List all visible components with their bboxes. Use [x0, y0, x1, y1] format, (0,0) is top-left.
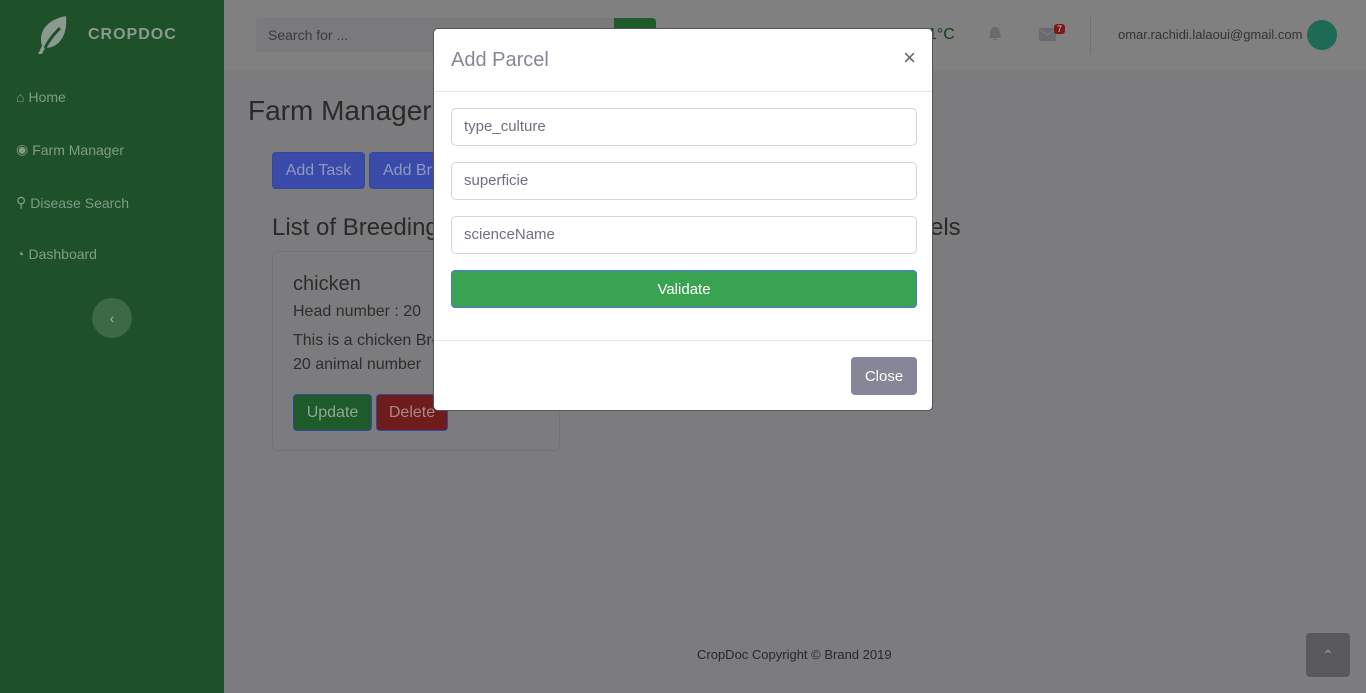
- modal-title: Add Parcel: [451, 49, 549, 71]
- eye-icon: ◉: [16, 141, 29, 157]
- user-email[interactable]: omar.rachidi.lalaoui@gmail.com: [1118, 27, 1302, 42]
- superficie-input[interactable]: superficie: [451, 162, 917, 200]
- add-parcel-modal: Add Parcel × type_culture superficie sci…: [433, 28, 933, 411]
- sidebar-toggle-button[interactable]: ‹: [92, 298, 132, 338]
- search-icon: ⚲: [16, 194, 27, 210]
- sidebar-item-dashboard[interactable]: ◔ Dashboard: [16, 246, 97, 262]
- messages-badge: 7: [1054, 24, 1066, 34]
- close-button[interactable]: Close: [851, 357, 917, 395]
- type-culture-input[interactable]: type_culture: [451, 108, 917, 146]
- sidebar-item-label: Home: [28, 89, 66, 105]
- modal-footer-divider: [434, 340, 932, 341]
- tachometer-icon: ◔: [16, 246, 25, 262]
- brand-name: CROPDOC: [88, 26, 177, 43]
- validate-button[interactable]: Validate: [451, 270, 917, 308]
- sidebar: CROPDOC ⌂ Home ◉ Farm Manager ⚲ Disease Sea…: [0, 0, 224, 693]
- close-icon[interactable]: ×: [903, 45, 916, 71]
- sidebar-item-label: Dashboard: [28, 246, 97, 262]
- page-title: Farm Manager: [248, 95, 432, 126]
- science-name-input[interactable]: scienceName: [451, 216, 917, 254]
- parcel-list-title: els: [930, 214, 961, 241]
- topbar-divider: [1090, 16, 1091, 54]
- brand[interactable]: CROPDOC: [36, 14, 177, 56]
- footer-copyright: CropDoc Copyright © Brand 2019: [697, 647, 892, 662]
- chevron-up-icon: ⌃: [1322, 646, 1334, 663]
- scroll-to-top-button[interactable]: ⌃: [1306, 633, 1350, 677]
- sidebar-item-disease-search[interactable]: ⚲ Disease Search: [16, 194, 129, 211]
- sidebar-item-home[interactable]: ⌂ Home: [16, 89, 66, 105]
- card-title: chicken: [293, 273, 361, 295]
- breeding-list-title: List of Breeding: [272, 214, 439, 241]
- animal-number: 20 animal number: [293, 356, 422, 373]
- bell-icon[interactable]: [988, 26, 1002, 42]
- update-button[interactable]: Update: [293, 394, 372, 431]
- sidebar-item-label: Farm Manager: [32, 141, 125, 158]
- card-description: This is a chicken Bre: [293, 332, 441, 349]
- add-task-button[interactable]: Add Task: [272, 152, 365, 189]
- sidebar-item-label: Disease Search: [30, 194, 130, 211]
- sidebar-item-farm-manager[interactable]: ◉ Farm Manager: [16, 141, 124, 158]
- chevron-left-icon: ‹: [109, 310, 115, 326]
- home-icon: ⌂: [16, 89, 25, 105]
- head-number: Head number : 20: [293, 303, 422, 320]
- leaf-icon: [38, 16, 67, 54]
- avatar[interactable]: [1307, 20, 1337, 50]
